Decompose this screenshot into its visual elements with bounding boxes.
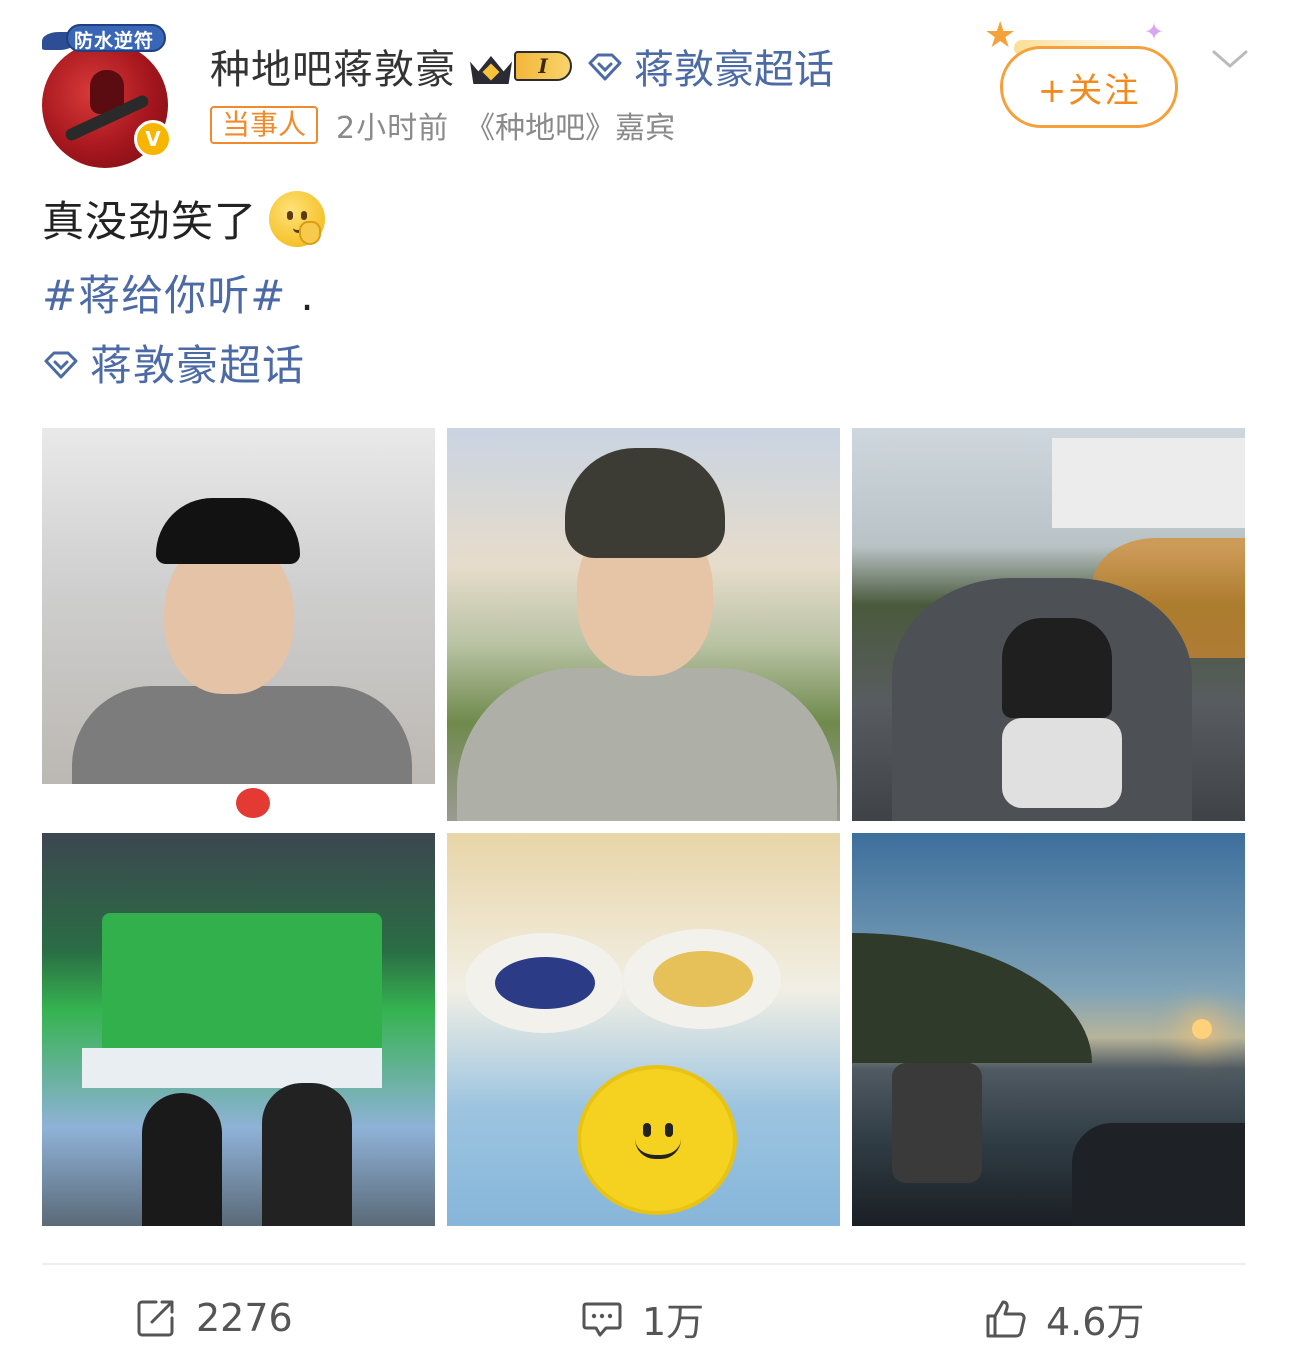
chevron-down-icon[interactable] [1210,44,1250,74]
photo-table [82,1048,382,1088]
photo-crew-member [142,1093,222,1226]
photo-green-screen [102,913,382,1053]
photo-figure-cap [156,498,300,564]
emoji-shush-icon [269,190,326,247]
party-tag: 当事人 [210,106,319,144]
camera-shutter-icon [236,788,270,818]
super-topic-link[interactable]: 蒋敦豪超话 [42,332,305,393]
post-text: 真没劲笑了 [42,188,326,249]
photo-house [1052,438,1245,528]
photo-figure-hair [565,448,725,558]
smiley-plate-meal[interactable] [447,833,840,1226]
meta-row: 当事人 2小时前 《种地吧》嘉宾 [210,104,675,146]
post-time: 2小时前 [336,111,450,146]
diamond-icon [586,47,624,85]
photo-motor [892,1063,982,1183]
super-topic-label: 蒋敦豪超话 [634,47,834,93]
photo-pasta [653,951,753,1007]
photo-grid [42,428,1246,1226]
photo-figure-body [72,686,412,786]
comment-button[interactable]: 1万 [580,1290,704,1346]
like-count: 4.6万 [1046,1299,1145,1344]
hashtag-suffix: . [300,271,315,320]
avatar-wrap[interactable]: 防水逆符 V [40,20,172,168]
photo-fruit [495,957,595,1009]
photo-booth-selfie[interactable] [42,428,435,821]
photo-sun [1192,1019,1212,1039]
super-topic-text: 蒋敦豪超话 [90,341,306,390]
photo-kart [1002,718,1122,808]
super-topic-link-header[interactable]: 蒋敦豪超话 [586,37,834,95]
small-sparkle-icon: ✦ [1144,18,1165,46]
hashtag-line: #蒋给你听#. [42,262,315,323]
verified-v-icon: V [134,120,172,158]
like-icon [986,1300,1026,1338]
hashtag-link[interactable]: #蒋给你听# [42,271,286,320]
photo-figure-body [457,668,837,821]
photo-crew-member [262,1083,352,1226]
smiley-eye [665,1123,673,1137]
green-screen-studio[interactable] [42,833,435,1226]
photo-hill [852,933,1092,1063]
share-count: 2276 [196,1296,293,1340]
action-bar: 2276 1万 4.6万 [0,1284,1290,1350]
crown-icon [470,48,512,84]
comment-icon [582,1302,622,1337]
go-kart-group[interactable] [852,428,1245,821]
banner-text: 防水逆符 [74,30,155,52]
vip-level: I [514,51,572,81]
post-text-content: 真没劲笑了 [42,197,258,246]
share-button[interactable]: 2276 [134,1290,293,1346]
follow-area: ★ ✦ +关注 [984,16,1184,132]
post-source: 《种地吧》嘉宾 [465,111,676,146]
comment-count: 1万 [642,1299,705,1344]
sunset-boat[interactable] [852,833,1245,1226]
vip-badge[interactable]: I [470,46,572,86]
smiley-eye [643,1123,651,1137]
follow-button[interactable]: +关注 [1000,46,1178,128]
photo-person [1002,618,1112,718]
like-button[interactable]: 4.6万 [984,1290,1144,1346]
name-row: 种地吧蒋敦豪 I 蒋敦豪超话 [210,38,834,94]
username[interactable]: 种地吧蒋敦豪 [210,37,456,95]
diamond-icon [42,344,80,382]
share-icon [137,1300,174,1337]
divider [42,1263,1246,1265]
photo-boat [1072,1123,1245,1226]
field-selfie[interactable] [447,428,840,821]
avatar-decoration-banner: 防水逆符 [40,20,170,60]
